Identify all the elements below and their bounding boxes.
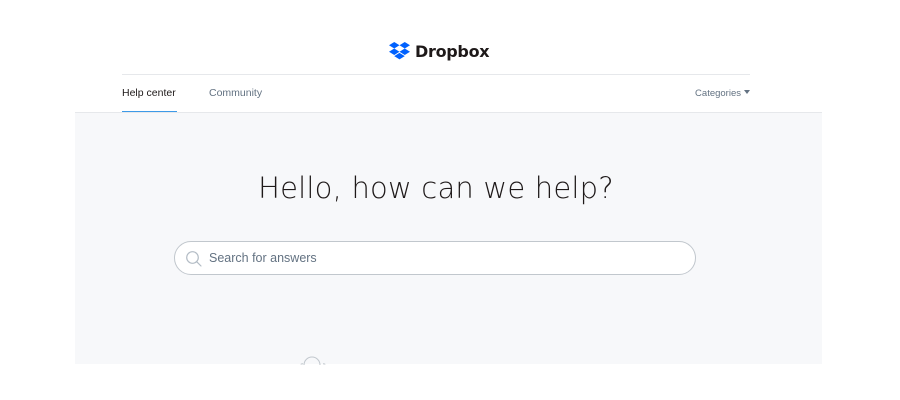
- search-box[interactable]: [174, 241, 696, 275]
- categories-dropdown[interactable]: Categories: [695, 75, 750, 112]
- dropbox-logo-icon: [389, 41, 410, 59]
- caret-down-icon: [744, 90, 750, 95]
- search-icon: [186, 251, 202, 267]
- help-center-page: Dropbox Help center Community Categories…: [0, 0, 900, 400]
- tab-help-center[interactable]: Help center: [122, 75, 177, 113]
- tab-community[interactable]: Community: [209, 75, 262, 112]
- dropbox-logo[interactable]: Dropbox: [389, 40, 490, 62]
- categories-label: Categories: [695, 88, 741, 99]
- brand-name: Dropbox: [415, 41, 490, 61]
- partial-illustration-icon: [300, 356, 326, 365]
- hero-title: Hello, how can we help?: [258, 171, 614, 205]
- search-input[interactable]: [209, 242, 679, 274]
- hero-section: Hello, how can we help?: [75, 112, 822, 365]
- main-nav: Help center Community Categories: [122, 75, 750, 113]
